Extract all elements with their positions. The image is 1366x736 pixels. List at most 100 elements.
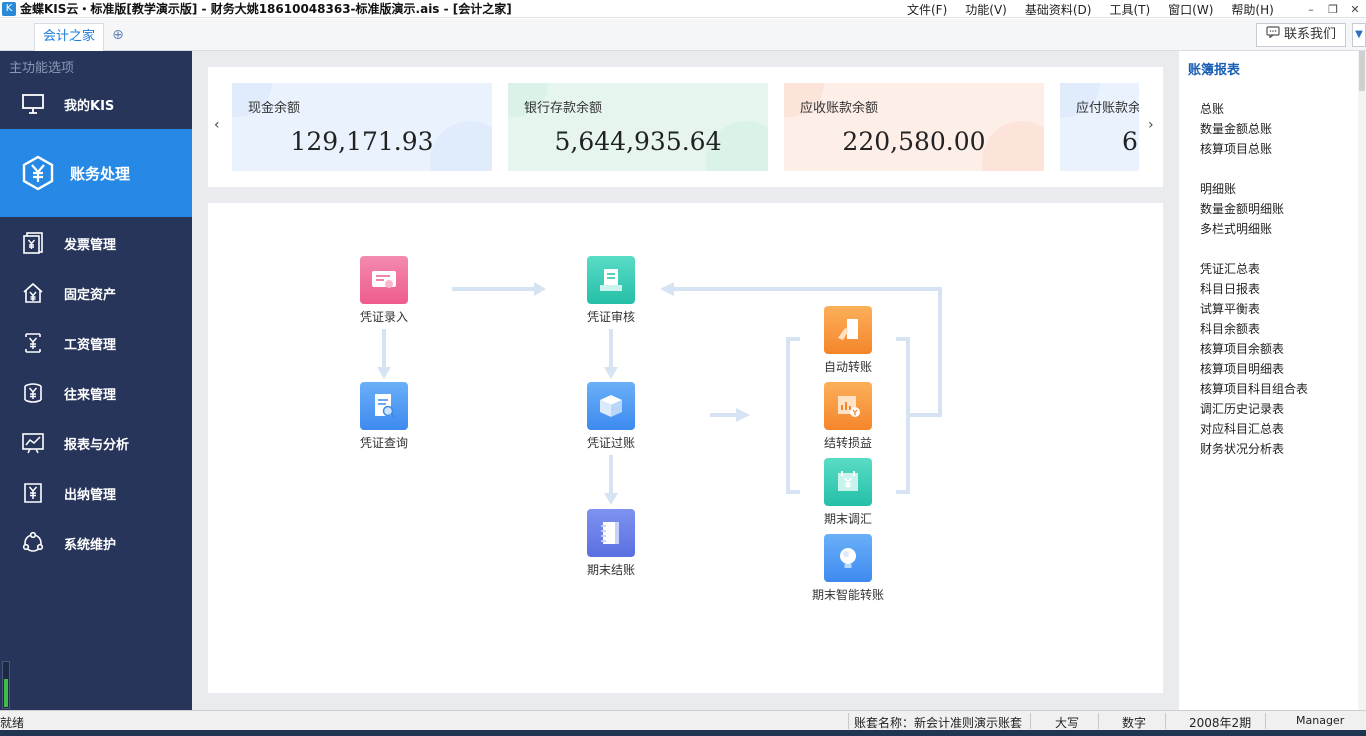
report-link[interactable]: 试算平衡表 — [1200, 299, 1308, 319]
sidebar-item-fixed-assets[interactable]: 固定资产 — [0, 268, 192, 318]
chevron-right-icon[interactable]: › — [1148, 117, 1154, 133]
voucher-query-icon — [360, 382, 408, 430]
memory-gauge — [2, 661, 10, 709]
status-ready: 就绪 — [0, 716, 25, 730]
plus-icon[interactable]: ⊕ — [110, 27, 126, 43]
report-link[interactable]: 核算项目余额表 — [1200, 339, 1308, 359]
status-user: Manager — [1296, 714, 1345, 727]
report-link[interactable]: 数量金额总账 — [1200, 119, 1272, 139]
restore-icon[interactable]: ❐ — [1322, 0, 1344, 18]
minimize-icon[interactable]: – — [1300, 0, 1322, 18]
flow-auto-transfer[interactable]: 自动转账 — [798, 306, 898, 375]
exchange-icon — [20, 380, 46, 406]
sidebar-item-reports[interactable]: 报表与分析 — [0, 418, 192, 468]
report-link[interactable]: 科目余额表 — [1200, 319, 1308, 339]
menu-window[interactable]: 窗口(W) — [1168, 1, 1213, 18]
report-link[interactable]: 财务状况分析表 — [1200, 439, 1308, 459]
status-period: 2008年2期 — [1189, 716, 1252, 730]
flow-label: 期末调汇 — [823, 512, 872, 526]
report-link[interactable]: 核算项目明细表 — [1200, 359, 1308, 379]
flow-label: 期末结账 — [586, 563, 635, 577]
report-group-detail: 明细账 数量金额明细账 多栏式明细账 — [1200, 179, 1284, 239]
status-caps: 大写 — [1055, 716, 1080, 730]
flow-smart-transfer[interactable]: 期末智能转账 — [798, 534, 898, 603]
scrollbar-thumb[interactable] — [1359, 51, 1365, 91]
os-taskbar — [0, 730, 1366, 736]
card-label: 应付账款余额 — [1076, 101, 1139, 116]
card-value: 220,580.00 — [842, 127, 986, 156]
flow-period-adjustment[interactable]: 期末调汇 — [798, 458, 898, 527]
card-cash-balance[interactable]: 现金余额 129,171.93 — [232, 83, 492, 171]
report-link[interactable]: 核算项目总账 — [1200, 139, 1272, 159]
tab-accounting-home[interactable]: 会计之家 — [34, 23, 105, 51]
flow-voucher-posting[interactable]: 凭证过账 — [561, 382, 661, 451]
sidebar-item-maintenance[interactable]: 系统维护 — [0, 518, 192, 568]
cashier-icon — [20, 480, 46, 506]
flow-voucher-query[interactable]: 凭证查询 — [334, 382, 434, 451]
window-controls: – ❐ ✕ — [1300, 0, 1366, 18]
sidebar-item-invoice[interactable]: 发票管理 — [0, 218, 192, 268]
sidebar-item-label: 工资管理 — [64, 337, 117, 353]
card-payables-balance[interactable]: 应付账款余额 66 — [1060, 83, 1139, 171]
window-title: 金蝶KIS云・标准版[教学演示版] - 财务大姚18610048363-标准版演… — [20, 2, 512, 16]
report-link[interactable]: 对应科目汇总表 — [1200, 419, 1308, 439]
monitor-icon — [20, 91, 46, 117]
balance-cards-viewport: 现金余额 129,171.93 银行存款余额 5,644,935.64 应收账款… — [232, 83, 1139, 171]
sidebar-item-accounting[interactable]: 账务处理 — [0, 129, 192, 217]
flow-profit-loss-transfer[interactable]: 结转损益 — [798, 382, 898, 451]
menu-help[interactable]: 帮助(H) — [1231, 1, 1273, 18]
contact-us-button[interactable]: 联系我们 — [1256, 23, 1346, 47]
sidebar-item-label: 系统维护 — [64, 537, 117, 553]
flow-label: 结转损益 — [823, 436, 872, 450]
report-link[interactable]: 调汇历史记录表 — [1200, 399, 1308, 419]
report-link[interactable]: 科目日报表 — [1200, 279, 1308, 299]
invoice-icon — [20, 230, 46, 256]
voucher-audit-icon — [587, 256, 635, 304]
report-link[interactable]: 核算项目科目组合表 — [1200, 379, 1308, 399]
tab-bar: 会计之家 ⊕ — [0, 19, 1366, 51]
menu-function[interactable]: 功能(V) — [965, 1, 1007, 18]
report-link[interactable]: 凭证汇总表 — [1200, 259, 1308, 279]
status-divider — [1098, 713, 1099, 729]
sidebar-item-label: 发票管理 — [64, 237, 117, 253]
report-link[interactable]: 数量金额明细账 — [1200, 199, 1284, 219]
flow-label: 凭证查询 — [359, 436, 408, 450]
card-bank-balance[interactable]: 银行存款余额 5,644,935.64 — [508, 83, 768, 171]
reports-scrollbar[interactable] — [1358, 51, 1366, 710]
flow-label: 凭证过账 — [586, 436, 635, 450]
house-yen-icon — [20, 280, 46, 306]
menu-basic-data[interactable]: 基础资料(D) — [1025, 1, 1092, 18]
report-link[interactable]: 总账 — [1200, 99, 1272, 119]
reports-title: 账簿报表 — [1188, 63, 1241, 78]
flow-voucher-audit[interactable]: 凭证审核 — [561, 256, 661, 325]
auto-transfer-icon — [824, 306, 872, 354]
period-close-icon — [587, 509, 635, 557]
menu-tools[interactable]: 工具(T) — [1109, 1, 1150, 18]
reports-panel: 账簿报表 总账 数量金额总账 核算项目总账 明细账 数量金额明细账 多栏式明细账… — [1180, 51, 1366, 710]
sidebar-item-my-kis[interactable]: 我的KIS — [0, 79, 192, 129]
flow-period-close[interactable]: 期末结账 — [561, 509, 661, 578]
card-value: 129,171.93 — [290, 127, 434, 156]
report-group-summary: 凭证汇总表 科目日报表 试算平衡表 科目余额表 核算项目余额表 核算项目明细表 … — [1200, 259, 1308, 459]
menu-file[interactable]: 文件(F) — [907, 1, 947, 18]
report-link[interactable]: 明细账 — [1200, 179, 1284, 199]
sidebar-item-label: 往来管理 — [64, 387, 117, 403]
sidebar-item-label: 出纳管理 — [64, 487, 117, 503]
chevron-left-icon[interactable]: ‹ — [214, 117, 220, 133]
sidebar-item-receivables[interactable]: 往来管理 — [0, 368, 192, 418]
voucher-entry-icon — [360, 256, 408, 304]
exchange-adjust-icon — [824, 458, 872, 506]
flow-voucher-entry[interactable]: 凭证录入 — [334, 256, 434, 325]
flow-label: 期末智能转账 — [811, 588, 884, 602]
card-receivables-balance[interactable]: 应收账款余额 220,580.00 — [784, 83, 1044, 171]
report-link[interactable]: 多栏式明细账 — [1200, 219, 1284, 239]
chevron-down-icon[interactable]: ▼ — [1352, 23, 1366, 47]
sidebar-item-payroll[interactable]: 工资管理 — [0, 318, 192, 368]
chat-icon — [1266, 24, 1280, 46]
workflow-panel: 凭证录入 凭证查询 凭证审核 凭证过账 期末结账 自动转账 结转损益 期末调汇 … — [208, 203, 1163, 693]
card-label: 应收账款余额 — [800, 101, 879, 116]
close-icon[interactable]: ✕ — [1344, 0, 1366, 18]
status-divider — [1165, 713, 1166, 729]
sidebar-item-cashier[interactable]: 出纳管理 — [0, 468, 192, 518]
voucher-posting-icon — [587, 382, 635, 430]
